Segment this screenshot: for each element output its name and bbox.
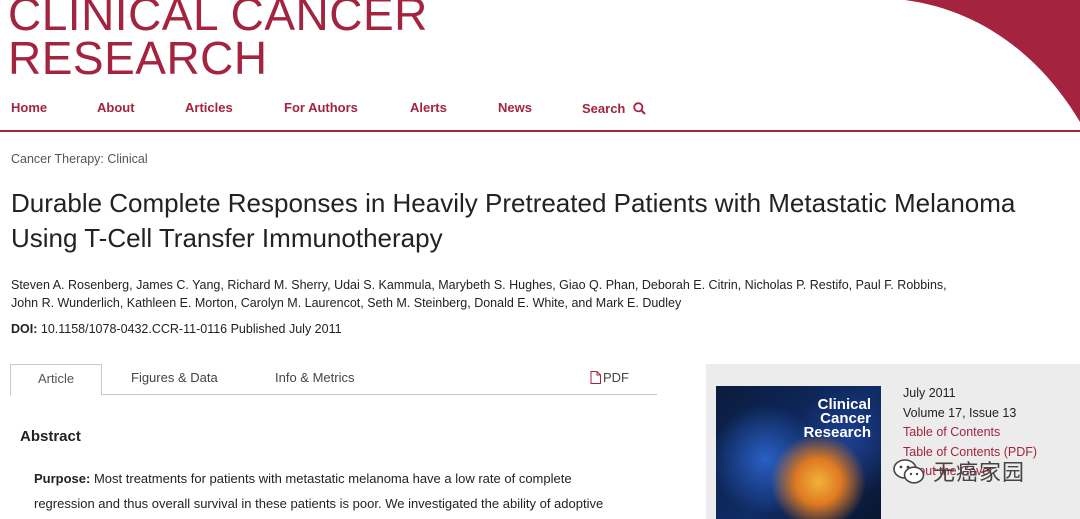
- nav-search[interactable]: Search: [582, 100, 646, 118]
- purpose-text-2: regression and thus overall survival in …: [34, 496, 604, 511]
- wechat-icon: [893, 459, 925, 484]
- nav-news[interactable]: News: [498, 100, 532, 115]
- nav-articles[interactable]: Articles: [185, 100, 233, 115]
- doi-value[interactable]: 10.1158/1078-0432.CCR-11-0116 Published …: [41, 322, 342, 336]
- watermark-text: 无癌家园: [933, 460, 1026, 485]
- authors-line-1: Steven A. Rosenberg, James C. Yang, Rich…: [11, 278, 947, 292]
- purpose-label: Purpose:: [34, 471, 91, 486]
- journal-name-line2: RESEARCH: [8, 32, 268, 84]
- nav-home[interactable]: Home: [11, 100, 47, 115]
- nav-alerts[interactable]: Alerts: [410, 100, 447, 115]
- nav-divider: [0, 130, 1080, 132]
- cover-title-line3: Research: [803, 424, 871, 441]
- article-title: Durable Complete Responses in Heavily Pr…: [11, 188, 1016, 253]
- issue-date: July 2011: [903, 386, 956, 400]
- doi-label: DOI:: [11, 322, 38, 336]
- tab-info-metrics[interactable]: Info & Metrics: [275, 364, 354, 394]
- doi-line: DOI: 10.1158/1078-0432.CCR-11-0116 Publi…: [11, 322, 342, 336]
- article-tabs: Article Figures & Data Info & Metrics PD…: [10, 364, 657, 396]
- abstract-purpose: Purpose: Most treatments for patients wi…: [34, 466, 654, 516]
- nav-search-label: Search: [582, 101, 626, 116]
- issue-sidebar: Clinical Cancer Research July 2011 Volum…: [706, 364, 1080, 519]
- tab-article[interactable]: Article: [10, 364, 102, 396]
- tab-figures-data[interactable]: Figures & Data: [131, 364, 218, 394]
- watermark: 无癌家园: [893, 455, 1025, 489]
- article-category[interactable]: Cancer Therapy: Clinical: [11, 152, 148, 166]
- purpose-text-1: Most treatments for patients with metast…: [93, 471, 572, 486]
- author-list: Steven A. Rosenberg, James C. Yang, Rich…: [11, 276, 1071, 312]
- abstract-heading: Abstract: [20, 428, 81, 445]
- cover-title: Clinical Cancer Research: [803, 397, 871, 441]
- tab-pdf-label: PDF: [603, 370, 629, 385]
- nav-about[interactable]: About: [97, 100, 135, 115]
- abstract-line-1: Purpose: Most treatments for patients wi…: [34, 466, 654, 491]
- pdf-file-icon: [590, 371, 601, 384]
- nav-for-authors[interactable]: For Authors: [284, 100, 358, 115]
- issue-volume: Volume 17, Issue 13: [903, 405, 1017, 420]
- journal-cover-image[interactable]: Clinical Cancer Research: [716, 386, 881, 519]
- journal-logo[interactable]: CLINICAL CANCER RESEARCH: [8, 0, 428, 84]
- authors-line-2: John R. Wunderlich, Kathleen E. Morton, …: [11, 296, 682, 310]
- tab-pdf[interactable]: PDF: [590, 364, 629, 394]
- toc-link[interactable]: Table of Contents: [903, 423, 1037, 443]
- search-icon: [633, 102, 646, 115]
